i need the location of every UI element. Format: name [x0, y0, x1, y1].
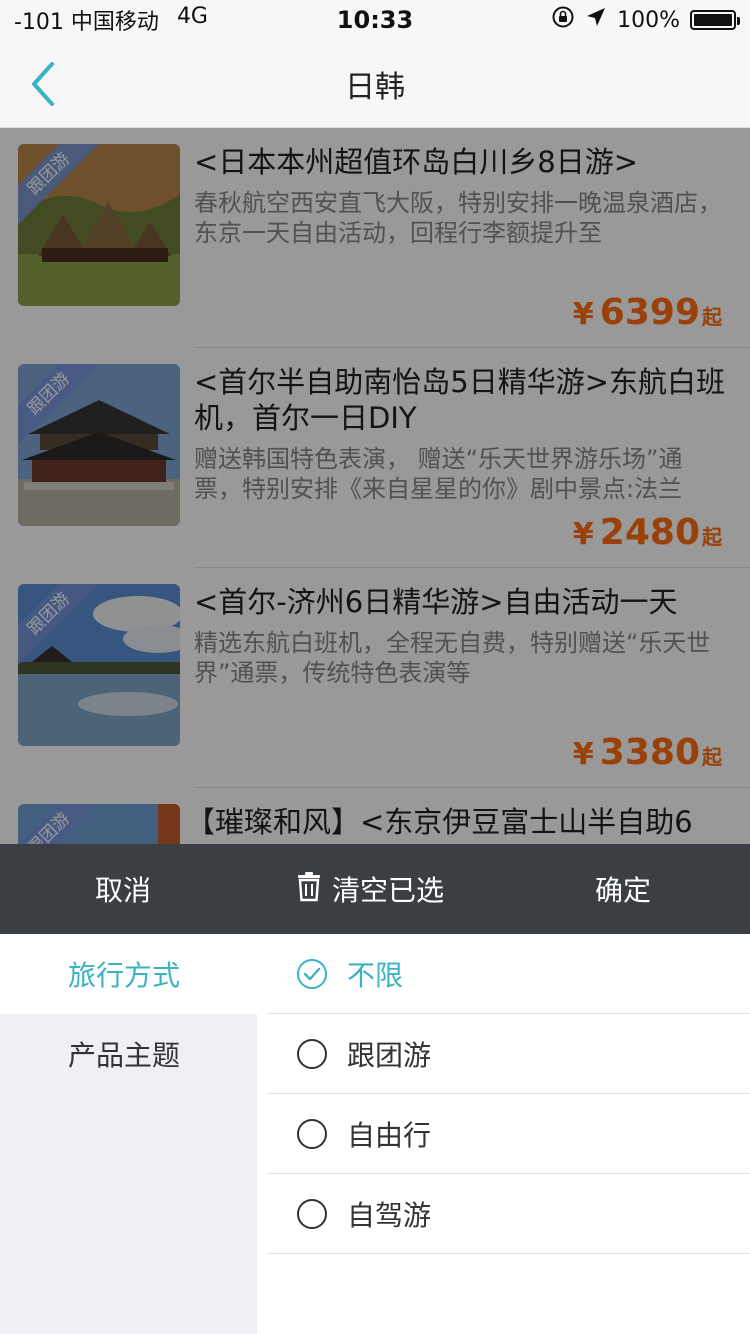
network-label: 4G: [176, 4, 208, 29]
confirm-button[interactable]: 确定: [595, 869, 651, 909]
filter-action-bar: 取消 清空已选 确定: [0, 844, 750, 934]
check-circle-icon: [297, 959, 327, 989]
battery-fill: [694, 14, 732, 26]
filter-options: 不限 跟团游 自由行 自驾游: [257, 934, 750, 1334]
option-label: 自驾游: [347, 1199, 432, 1232]
option-self-drive[interactable]: 自驾游: [257, 1174, 750, 1254]
option-label: 不限: [347, 959, 404, 992]
filter-category-sidebar: 旅行方式 产品主题: [0, 934, 257, 1334]
cancel-button[interactable]: 取消: [95, 869, 151, 909]
option-label: 跟团游: [347, 1039, 432, 1072]
status-bar: -101 中国移动 4G 10:33 100%: [0, 0, 750, 40]
page-title: 日韩: [345, 69, 405, 105]
category-product-theme[interactable]: 产品主题: [0, 1014, 257, 1094]
clear-selection-label: 清空已选: [332, 874, 445, 907]
product-list: 跟团游 <日本本州超值环岛白川乡8日游> 春秋航空西安直飞大阪，特别安排一晚温泉…: [0, 128, 750, 844]
radio-circle-icon: [297, 1119, 327, 1149]
nav-bar: 日韩: [0, 40, 750, 128]
option-independent-travel[interactable]: 自由行: [257, 1094, 750, 1174]
battery-icon: [690, 10, 740, 30]
rotation-lock-icon: [551, 5, 575, 35]
radio-circle-icon: [297, 1039, 327, 1069]
category-travel-mode[interactable]: 旅行方式: [0, 934, 257, 1014]
option-unlimited[interactable]: 不限: [257, 934, 750, 1014]
clear-selection-button[interactable]: 清空已选: [294, 869, 444, 909]
location-arrow-icon: [585, 6, 607, 34]
option-group-tour[interactable]: 跟团游: [257, 1014, 750, 1094]
chevron-left-icon[interactable]: [24, 58, 64, 110]
radio-circle-icon: [297, 1199, 327, 1229]
option-label: 自由行: [347, 1119, 432, 1152]
trash-icon: [294, 870, 324, 909]
dim-overlay[interactable]: [0, 128, 750, 844]
carrier-label: -101 中国移动: [14, 10, 159, 35]
battery-percent: 100%: [617, 7, 680, 33]
